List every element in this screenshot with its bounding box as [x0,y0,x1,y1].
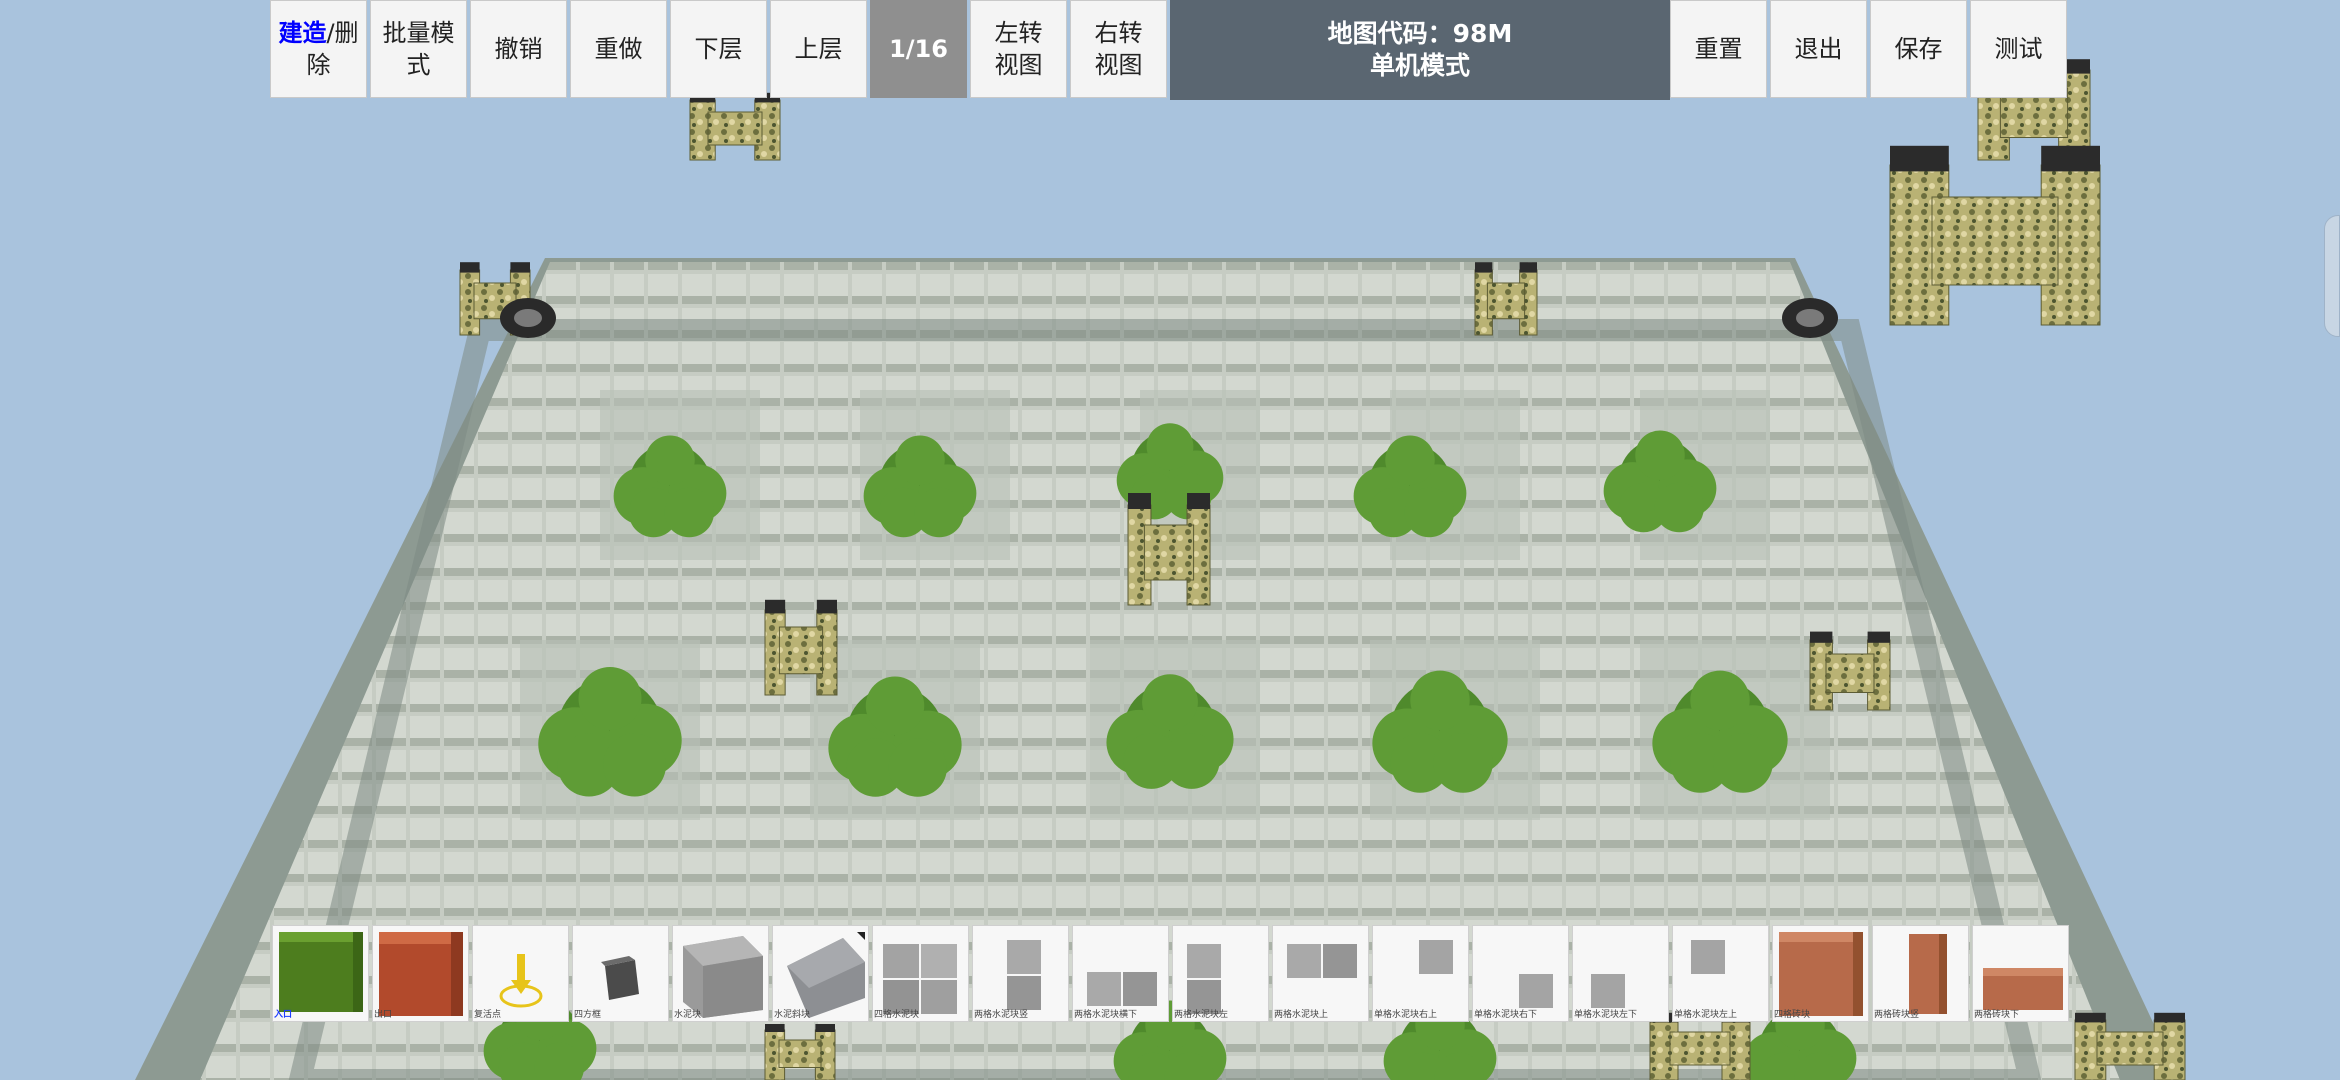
undo-button[interactable]: 撤销 [470,0,567,98]
reset-button[interactable]: 重置 [1670,0,1767,98]
delete-label-part2: 除 [306,51,331,79]
single-concrete-bottom-left-icon [1591,974,1625,1008]
palette-item-two-concrete-block-up[interactable]: 两格水泥块上 [1272,925,1369,1022]
palette-item-label: 单格水泥块左上 [1674,1010,1738,1020]
two-concrete-block-up-icon [1287,944,1357,978]
concrete-slope-icon [787,932,865,1018]
rotate-right-label-line2: 视图 [1094,51,1143,79]
rotate-left-label-line1: 左转 [994,19,1043,47]
palette-item-four-concrete-block[interactable]: 四格水泥块 [872,925,969,1022]
rotate-left-label-line2: 视图 [994,51,1043,79]
two-brick-block-down-icon [1983,968,2063,1010]
palette-item-label: 单格水泥块右下 [1474,1010,1538,1020]
brick-block-icon [379,932,463,1016]
separator-label: / [326,19,335,47]
palette-item-concrete-slope[interactable]: 水泥斜块 [772,925,869,1022]
four-concrete-block-icon [883,944,957,1014]
two-concrete-block-left-icon [1187,944,1221,1014]
layer-indicator-label: 1/16 [889,35,948,63]
spawn-point-icon [499,954,543,1008]
batch-mode-label-line1: 批量模 [382,19,455,47]
tire-hub [1796,309,1824,327]
layer-up-button[interactable]: 上层 [770,0,867,98]
palette-item-four-brick-block[interactable]: 四格砖块 [1772,925,1869,1022]
two-concrete-block-horizontal-down-icon [1087,972,1157,1006]
build-label: 建造 [278,19,327,47]
palette-item-label: 两格水泥块左 [1174,1010,1229,1020]
palette-item-single-concrete-top-right[interactable]: 单格水泥块右上 [1372,925,1469,1022]
exit-label: 退出 [1794,35,1843,63]
top-toolbar: 建造/删 除 批量模 式 撤销 重做 下层 上层 1/16 左转 视图 右转 视… [270,0,1170,100]
single-concrete-top-left-icon [1691,940,1725,974]
palette-item-two-concrete-block-horizontal-down[interactable]: 两格水泥块横下 [1072,925,1169,1022]
palette-item-label: 两格砖块竖 [1874,1010,1920,1020]
palette-item-grass-block[interactable]: 入口 [272,925,369,1022]
palette-item-label: 水泥斜块 [774,1010,811,1020]
palette-item-label: 单格水泥块左下 [1574,1010,1638,1020]
map-info-panel: 地图代码：98M 单机模式 [1170,0,1670,100]
test-button[interactable]: 测试 [1970,0,2067,98]
palette-item-label: 复活点 [474,1010,502,1020]
palette-item-label: 两格砖块下 [1974,1010,2020,1020]
single-concrete-top-right-icon [1419,940,1453,974]
side-drawer-handle[interactable] [2324,215,2340,337]
redo-label: 重做 [594,35,643,63]
palette-item-brick-block[interactable]: 出口 [372,925,469,1022]
exit-button[interactable]: 退出 [1770,0,1867,98]
palette-item-label: 单格水泥块右上 [1374,1010,1438,1020]
palette-item-single-concrete-bottom-right[interactable]: 单格水泥块右下 [1472,925,1569,1022]
palette-item-label: 四方框 [574,1010,602,1020]
build-delete-toggle-button[interactable]: 建造/删 除 [270,0,367,98]
palette-item-label: 四格砖块 [1774,1010,1811,1020]
palette-item-dark-cube[interactable]: 四方框 [572,925,669,1022]
palette-item-spawn-point[interactable]: 复活点 [472,925,569,1022]
palette-item-single-concrete-bottom-left[interactable]: 单格水泥块左下 [1572,925,1669,1022]
palette-item-label: 水泥块 [674,1010,702,1020]
two-concrete-block-vertical-icon [1007,940,1041,1010]
test-label: 测试 [1994,35,2043,63]
save-label: 保存 [1894,35,1943,63]
palette-item-label: 出口 [374,1010,393,1020]
game-scene[interactable] [0,0,2340,1080]
palette-item-label: 四格水泥块 [874,1010,920,1020]
save-button[interactable]: 保存 [1870,0,1967,98]
block-palette: 入口 出口 复活点 四方框 水泥块 水泥斜块 四格水泥块 两格水泥块竖 两格水泥块横下 两格水泥块… [272,925,2072,1022]
dark-cube-icon [601,956,639,1000]
batch-mode-label-line2: 式 [406,51,431,79]
palette-item-label: 两格水泥块上 [1274,1010,1329,1020]
redo-button[interactable]: 重做 [570,0,667,98]
top-toolbar-right: 重置 退出 保存 测试 [1670,0,2070,100]
map-code-text: 地图代码：98M [1327,19,1513,48]
two-brick-block-vertical-icon [1909,934,1947,1014]
rotate-right-label-line1: 右转 [1094,19,1143,47]
delete-label-part1: 删 [334,19,359,47]
palette-item-label: 两格水泥块竖 [974,1010,1029,1020]
layer-down-label: 下层 [694,35,743,63]
palette-item-two-brick-block-down[interactable]: 两格砖块下 [1972,925,2069,1022]
palette-item-single-concrete-top-left[interactable]: 单格水泥块左上 [1672,925,1769,1022]
grass-block-icon [279,932,363,1012]
palette-item-two-concrete-block-vertical[interactable]: 两格水泥块竖 [972,925,1069,1022]
layer-down-button[interactable]: 下层 [670,0,767,98]
four-brick-block-icon [1779,932,1863,1016]
game-mode-text: 单机模式 [1369,51,1470,80]
batch-mode-button[interactable]: 批量模 式 [370,0,467,98]
palette-item-two-concrete-block-left[interactable]: 两格水泥块左 [1172,925,1269,1022]
reset-label: 重置 [1694,35,1743,63]
camo-tank [1889,145,2101,326]
rotate-right-view-button[interactable]: 右转 视图 [1070,0,1167,98]
palette-item-two-brick-block-vertical[interactable]: 两格砖块竖 [1872,925,1969,1022]
rotate-left-view-button[interactable]: 左转 视图 [970,0,1067,98]
tire-hub [514,309,542,327]
camo-tank [689,92,781,161]
concrete-block-icon [683,936,763,1018]
single-concrete-bottom-right-icon [1519,974,1553,1008]
undo-label: 撤销 [494,35,543,63]
palette-item-label: 入口 [274,1010,293,1020]
palette-item-concrete-block[interactable]: 水泥块 [672,925,769,1022]
layer-up-label: 上层 [794,35,843,63]
palette-item-label: 两格水泥块横下 [1074,1010,1138,1020]
layer-indicator: 1/16 [870,0,967,98]
